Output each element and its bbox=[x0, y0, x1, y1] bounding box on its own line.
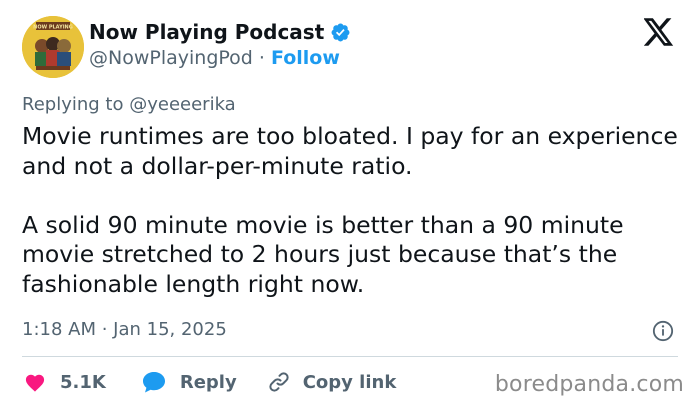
info-icon[interactable] bbox=[652, 320, 674, 342]
handle[interactable]: @NowPlayingPod bbox=[89, 47, 253, 69]
like-button[interactable]: 5.1K bbox=[24, 372, 106, 393]
replying-to: Replying to @yeeeerika bbox=[22, 94, 236, 115]
display-name[interactable]: Now Playing Podcast bbox=[89, 20, 324, 44]
x-logo-icon[interactable] bbox=[644, 18, 674, 46]
link-icon bbox=[269, 372, 289, 392]
follow-button[interactable]: Follow bbox=[271, 47, 340, 69]
replying-to-prefix: Replying to bbox=[22, 94, 124, 115]
tweet-timestamp[interactable]: 1:18 AM · Jan 15, 2025 bbox=[22, 319, 227, 340]
reply-label: Reply bbox=[179, 371, 237, 393]
tweet-text: Movie runtimes are too bloated. I pay fo… bbox=[22, 122, 678, 298]
avatar-image: NOW PLAYING bbox=[22, 16, 84, 78]
like-count: 5.1K bbox=[60, 371, 106, 393]
divider bbox=[22, 356, 678, 357]
author-name-row: Now Playing Podcast bbox=[89, 20, 351, 44]
handle-row: @NowPlayingPod · Follow bbox=[89, 47, 340, 69]
handle-separator: · bbox=[258, 47, 265, 69]
copy-link-button[interactable]: Copy link bbox=[267, 370, 397, 394]
avatar-text: NOW PLAYING bbox=[33, 25, 73, 31]
avatar[interactable]: NOW PLAYING bbox=[22, 16, 84, 78]
replying-to-mention[interactable]: @yeeeerika bbox=[129, 94, 236, 115]
reply-button[interactable]: Reply bbox=[142, 371, 237, 393]
watermark: boredpanda.com bbox=[494, 372, 684, 397]
copy-link-label: Copy link bbox=[302, 371, 397, 393]
reply-bubble-icon bbox=[142, 372, 165, 393]
action-bar: 5.1K Reply Copy link bbox=[24, 370, 396, 394]
heart-icon bbox=[25, 374, 45, 392]
verified-badge-icon bbox=[331, 23, 350, 41]
